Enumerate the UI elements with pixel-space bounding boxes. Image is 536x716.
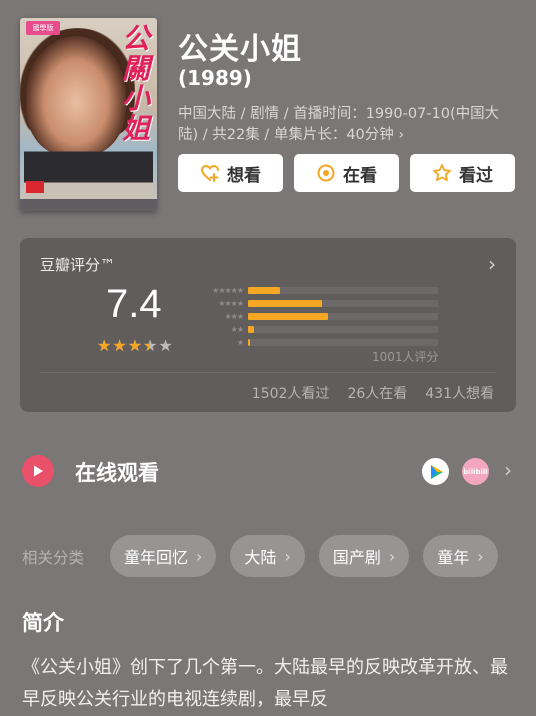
tag-domestic-drama[interactable]: 国产剧 › bbox=[318, 535, 410, 577]
divider bbox=[40, 372, 496, 373]
rating-star-icon: ★ ★ bbox=[127, 336, 143, 355]
tag-childhood[interactable]: 童年 › bbox=[423, 535, 498, 577]
poster-badge: 國學版 bbox=[26, 21, 60, 35]
rating-score: 7.4 bbox=[106, 282, 162, 326]
tag-label: 国产剧 bbox=[332, 548, 381, 567]
rating-count: 1001人评分 bbox=[372, 350, 439, 364]
bar-stars-label: ★★★ bbox=[224, 311, 244, 321]
heart-plus-icon bbox=[200, 163, 220, 183]
chevron-right-icon[interactable]: › bbox=[504, 458, 512, 482]
rating-star-icon: ★ ★ bbox=[143, 336, 158, 355]
chevron-right-icon: › bbox=[196, 546, 203, 566]
star-outline-icon bbox=[432, 163, 452, 183]
bar-track bbox=[248, 338, 438, 346]
rating-bar-row: ★★ bbox=[192, 323, 452, 335]
header: 國學版 公關小姐 公关小姐 (1989) 中国大陆 / 剧情 / 首播时间：19… bbox=[0, 0, 536, 230]
watching-button[interactable]: 在看 bbox=[294, 154, 399, 192]
tag-label: 大陆 bbox=[244, 548, 277, 567]
play-icon bbox=[22, 455, 54, 487]
rating-bar-row: ★★★ bbox=[192, 310, 452, 322]
tag-childhood-memory[interactable]: 童年回忆 › bbox=[110, 535, 217, 577]
poster-red-tag bbox=[26, 181, 44, 193]
bar-track bbox=[248, 299, 438, 307]
bilibili-icon[interactable]: bilibili bbox=[462, 458, 489, 485]
related-categories: 相关分类 童年回忆 › 大陆 › 国产剧 › 童年 › bbox=[22, 535, 536, 577]
poster-title: 公關小姐 bbox=[121, 22, 150, 145]
rating-stats: 1502人看过 26人在看 431人想看 bbox=[252, 383, 494, 403]
watched-button[interactable]: 看过 bbox=[410, 154, 515, 192]
chevron-right-icon: › bbox=[477, 546, 484, 566]
tag-label: 童年回忆 bbox=[124, 548, 189, 567]
bar-fill bbox=[248, 312, 328, 320]
rating-star-icon: ★ ★ bbox=[97, 336, 112, 355]
bar-stars-label: ★ bbox=[236, 337, 244, 347]
want-label: 想看 bbox=[227, 165, 261, 186]
chevron-right-icon[interactable]: › bbox=[488, 252, 496, 276]
tag-list: 童年回忆 › 大陆 › 国产剧 › 童年 › bbox=[110, 535, 498, 577]
chevron-right-icon: › bbox=[388, 546, 396, 566]
poster-face bbox=[26, 36, 126, 156]
intro-text: 《公关小姐》创下了几个第一。大陆最早的反映改革开放、最早反映公关行业的电视连续剧… bbox=[22, 657, 508, 710]
watched-count[interactable]: 1502人看过 bbox=[252, 383, 330, 403]
tag-label: 童年 bbox=[437, 548, 470, 567]
bar-stars-label: ★★ bbox=[230, 324, 244, 334]
watching-count[interactable]: 26人在看 bbox=[347, 383, 407, 403]
bar-stars-label: ★★★★ bbox=[218, 298, 244, 308]
want-to-watch-button[interactable]: 想看 bbox=[178, 154, 283, 192]
bar-track bbox=[248, 325, 438, 333]
page-title: 公关小姐 bbox=[178, 32, 302, 67]
rating-bar-row: ★ bbox=[192, 336, 452, 348]
related-label: 相关分类 bbox=[22, 549, 85, 567]
bar-fill bbox=[248, 338, 250, 346]
movie-meta[interactable]: 中国大陆 / 剧情 / 首播时间：1990-07-10(中国大陆) / 共22集… bbox=[178, 104, 518, 146]
poster-image[interactable]: 國學版 公關小姐 bbox=[20, 18, 157, 211]
rating-star-icon: ★ bbox=[158, 336, 173, 355]
bar-track bbox=[248, 286, 438, 294]
bar-fill bbox=[248, 299, 323, 307]
watched-label: 看过 bbox=[459, 165, 493, 186]
want-count[interactable]: 431人想看 bbox=[425, 383, 494, 403]
bar-fill bbox=[248, 286, 281, 294]
bar-track bbox=[248, 312, 438, 320]
poster-bottom-strip bbox=[20, 199, 157, 211]
watching-label: 在看 bbox=[343, 165, 377, 186]
online-watch-row[interactable]: 在线观看 bilibili › bbox=[22, 450, 522, 494]
action-buttons: 想看 在看 看过 bbox=[178, 154, 515, 192]
target-icon bbox=[316, 163, 336, 183]
rating-stars: ★ ★ ★ ★ ★ ★ ★ ★ ★ bbox=[97, 336, 173, 355]
play-triangle-icon[interactable] bbox=[422, 458, 449, 485]
release-year: (1989) bbox=[178, 66, 252, 90]
online-watch-label: 在线观看 bbox=[75, 461, 159, 485]
rating-bar-row: ★★★★★ bbox=[192, 284, 452, 296]
rating-card[interactable]: 豆瓣评分™ › 7.4 ★ ★ ★ ★ ★ ★ ★ ★ ★ ★★★★★ ★★★★ ★★★ ★★ ★ 10… bbox=[20, 238, 516, 412]
rating-distribution: ★★★★★ ★★★★ ★★★ ★★ ★ bbox=[192, 284, 452, 349]
bar-fill bbox=[248, 325, 254, 333]
bar-stars-label: ★★★★★ bbox=[212, 285, 244, 295]
rating-bar-row: ★★★★ bbox=[192, 297, 452, 309]
chevron-right-icon: › bbox=[284, 546, 291, 566]
poster-group bbox=[24, 145, 153, 207]
intro-title: 简介 bbox=[22, 611, 64, 635]
rating-label: 豆瓣评分™ bbox=[40, 256, 116, 274]
tag-mainland[interactable]: 大陆 › bbox=[230, 535, 305, 577]
rating-star-icon: ★ ★ bbox=[112, 336, 127, 355]
